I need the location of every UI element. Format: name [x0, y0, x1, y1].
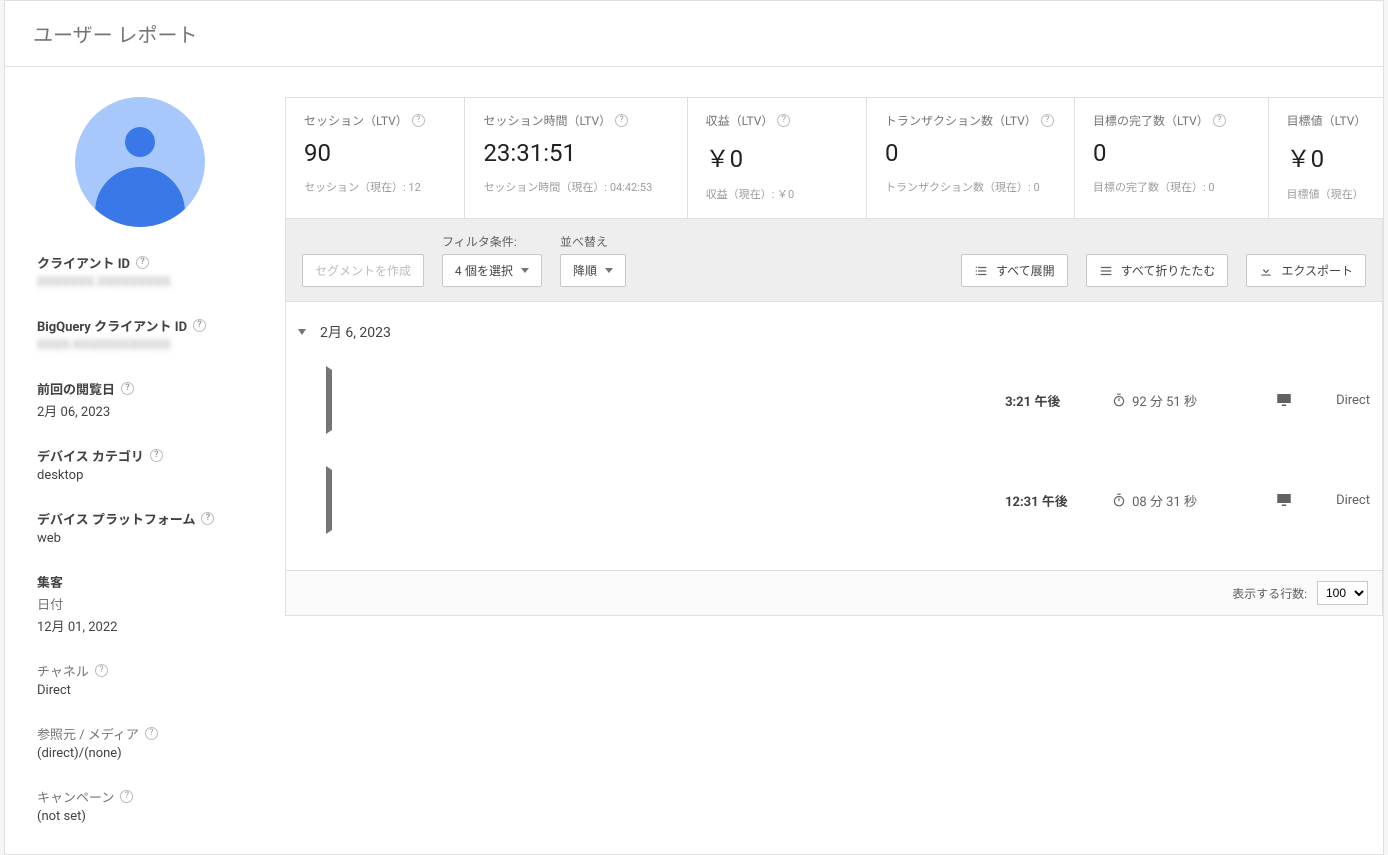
session-channel: Direct — [1336, 393, 1370, 408]
caret-down-icon — [605, 268, 613, 273]
help-icon[interactable]: ? — [615, 114, 628, 127]
device-platform-label: デバイス プラットフォーム — [37, 509, 195, 528]
device-platform-value: web — [37, 531, 275, 546]
table-footer: 表示する行数: 100 — [285, 571, 1383, 616]
source-medium-label: 参照元 / メディア — [37, 724, 139, 743]
rows-label: 表示する行数: — [1232, 585, 1307, 602]
metric-transactions: トランザクション数（LTV）? 0 トランザクション数（現在）: 0 — [867, 98, 1075, 218]
source-medium-value: (direct)/(none) — [37, 746, 275, 761]
metric-session-duration: セッション時間（LTV）? 23:31:51 セッション時間（現在）: 04:4… — [465, 98, 687, 218]
user-avatar — [75, 97, 205, 227]
filter-label: フィルタ条件: — [442, 233, 542, 250]
session-row[interactable]: 12:31 午後 08 分 31 秒 Direct — [286, 450, 1382, 550]
rows-select[interactable]: 100 — [1317, 581, 1368, 605]
chevron-right-icon — [326, 466, 983, 534]
metric-revenue: 収益（LTV）? ￥0 収益（現在）: ￥0 — [688, 98, 867, 218]
desktop-icon — [1275, 391, 1293, 409]
day-label: 2月 6, 2023 — [320, 322, 391, 342]
download-icon — [1259, 264, 1273, 278]
metric-sessions: セッション（LTV）? 90 セッション（現在）: 12 — [286, 98, 465, 218]
client-id-label: クライアント ID — [37, 253, 130, 272]
session-duration: 92 分 51 秒 — [1132, 391, 1197, 410]
session-channel: Direct — [1336, 493, 1370, 508]
title-bar: ユーザー レポート — [5, 1, 1383, 67]
help-icon[interactable]: ? — [136, 256, 149, 269]
chevron-down-icon — [298, 329, 306, 335]
user-sidebar: クライアント ID ? XXXXXXX.XXXXXXXXX BigQuery ク… — [5, 67, 275, 854]
device-category-value: desktop — [37, 468, 275, 483]
session-time: 3:21 午後 — [1005, 391, 1090, 410]
page-title: ユーザー レポート — [33, 19, 1355, 48]
channel-value: Direct — [37, 683, 275, 698]
day-header[interactable]: 2月 6, 2023 — [286, 314, 1382, 350]
expand-all-button[interactable]: すべて展開 — [961, 254, 1068, 287]
acq-date-label: 日付 — [37, 594, 275, 613]
desktop-icon — [1275, 491, 1293, 509]
device-category-label: デバイス カテゴリ — [37, 446, 144, 465]
last-seen-value: 2月 06, 2023 — [37, 401, 275, 420]
help-icon[interactable]: ? — [121, 382, 134, 395]
help-icon[interactable]: ? — [1213, 114, 1226, 127]
help-icon[interactable]: ? — [145, 727, 158, 740]
collapse-all-button[interactable]: すべて折りたたむ — [1086, 254, 1229, 287]
help-icon[interactable]: ? — [120, 790, 133, 803]
campaign-label: キャンペーン — [37, 787, 114, 806]
bq-client-id-label: BigQuery クライアント ID — [37, 316, 187, 335]
expand-icon — [974, 264, 988, 278]
stopwatch-icon — [1112, 393, 1126, 407]
export-button[interactable]: エクスポート — [1246, 254, 1366, 287]
metric-goal-value: 目標値（LTV） ￥0 目標値（現在） — [1269, 98, 1383, 218]
sessions-toolbar: セグメントを作成 フィルタ条件: 4 個を選択 並べ替え 降順 — [285, 219, 1383, 302]
bq-client-id-value: XXXX-XXXXXXXXXXXX — [37, 338, 275, 353]
help-icon[interactable]: ? — [1041, 114, 1054, 127]
create-segment-button[interactable]: セグメントを作成 — [302, 254, 424, 287]
session-time: 12:31 午後 — [1005, 491, 1090, 510]
acq-date-value: 12月 01, 2022 — [37, 616, 275, 635]
sort-label: 並べ替え — [560, 233, 626, 250]
metric-goal-completions: 目標の完了数（LTV）? 0 目標の完了数（現在）: 0 — [1075, 98, 1269, 218]
session-row[interactable]: 3:21 午後 92 分 51 秒 Direct — [286, 350, 1382, 450]
channel-label: チャネル — [37, 661, 89, 680]
help-icon[interactable]: ? — [201, 512, 214, 525]
chevron-right-icon — [326, 366, 983, 434]
filter-dropdown[interactable]: 4 個を選択 — [442, 254, 542, 287]
stopwatch-icon — [1112, 493, 1126, 507]
help-icon[interactable]: ? — [193, 319, 206, 332]
caret-down-icon — [521, 268, 529, 273]
sort-dropdown[interactable]: 降順 — [560, 254, 626, 287]
session-duration: 08 分 31 秒 — [1132, 491, 1197, 510]
client-id-value: XXXXXXX.XXXXXXXXX — [37, 275, 275, 290]
help-icon[interactable]: ? — [412, 114, 425, 127]
help-icon[interactable]: ? — [95, 664, 108, 677]
help-icon[interactable]: ? — [777, 114, 790, 127]
last-seen-label: 前回の閲覧日 — [37, 379, 115, 398]
sessions-list: 2月 6, 2023 3:21 午後 92 分 51 秒 — [285, 302, 1383, 571]
collapse-icon — [1099, 264, 1113, 278]
campaign-value: (not set) — [37, 809, 275, 824]
metrics-row: セッション（LTV）? 90 セッション（現在）: 12 セッション時間（LTV… — [285, 97, 1383, 219]
help-icon[interactable]: ? — [150, 449, 163, 462]
acquisition-label: 集客 — [37, 572, 63, 591]
